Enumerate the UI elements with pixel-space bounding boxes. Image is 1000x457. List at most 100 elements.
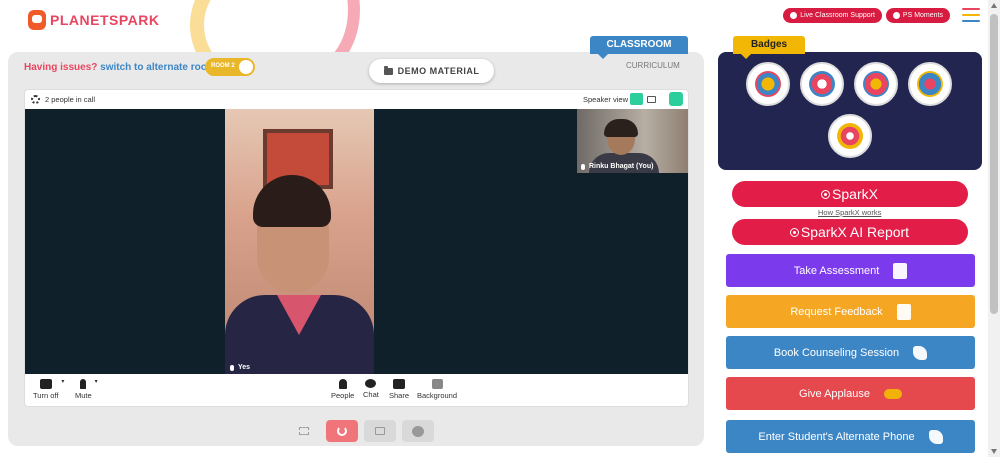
- scrollbar-thumb[interactable]: [990, 14, 998, 314]
- phone-icon: [928, 429, 943, 444]
- video-stage: Yes Rinku Bhagat (You): [25, 109, 688, 374]
- mic-toggle-button[interactable]: ▾ Mute: [75, 379, 98, 400]
- give-applause-label: Give Applause: [799, 387, 870, 400]
- people-label: People: [331, 391, 355, 400]
- teacher-name-tag: Rinku Bhagat (You): [581, 163, 653, 170]
- document-icon: [896, 303, 911, 320]
- hamburger-menu-icon[interactable]: [962, 8, 980, 26]
- chat-label: Chat: [363, 390, 379, 399]
- people-count: 2 people in call: [45, 95, 96, 104]
- planetspark-logo[interactable]: PLANETSPARK: [28, 10, 159, 30]
- folder-icon: [383, 65, 393, 75]
- student-video-tile[interactable]: Yes: [225, 109, 374, 374]
- screen-button[interactable]: [364, 420, 396, 442]
- gear-icon[interactable]: [31, 95, 40, 104]
- tab-badges[interactable]: Badges: [733, 36, 805, 59]
- bottom-toolbar: [288, 420, 434, 442]
- toggle-knob: [239, 60, 253, 74]
- palette-icon: [412, 425, 424, 437]
- chevron-down-icon[interactable]: ▾: [61, 378, 64, 385]
- book-counseling-label: Book Counseling Session: [773, 346, 900, 359]
- popout-icon[interactable]: [669, 92, 683, 106]
- clapping-hands-icon: [883, 388, 902, 399]
- phone-icon: [913, 345, 928, 360]
- clipboard-icon: [893, 262, 908, 279]
- video-call-window: 2 people in call Speaker view Yes Rinku …: [24, 89, 689, 407]
- sparkx-icon: [789, 227, 799, 237]
- ps-moments-button[interactable]: PS Moments: [885, 8, 950, 23]
- student-name-tag: Yes: [230, 364, 250, 371]
- teacher-name: Rinku Bhagat (You): [589, 163, 654, 170]
- robot-badge-icon[interactable]: [828, 114, 872, 158]
- background-icon: [431, 379, 443, 389]
- camera-toggle-button[interactable]: ▾ Turn off: [33, 379, 64, 400]
- request-feedback-label: Request Feedback: [790, 305, 883, 318]
- planetspark-logo-icon: [28, 10, 46, 30]
- monitor-icon: [375, 427, 385, 435]
- give-applause-button[interactable]: Give Applause: [726, 377, 975, 410]
- speaker-view-label: Speaker view: [582, 95, 628, 104]
- sparkx-label: SparkX: [832, 186, 878, 202]
- chat-icon: [365, 379, 377, 388]
- tab-curriculum[interactable]: CURRICULUM: [626, 61, 680, 70]
- background-button[interactable]: Background: [417, 379, 457, 400]
- mic-icon: [581, 163, 585, 170]
- switch-room-link[interactable]: switch to alternate room: [100, 62, 216, 73]
- teacher-video-tile[interactable]: Rinku Bhagat (You): [577, 109, 688, 173]
- ps-moments-label: PS Moments: [902, 12, 943, 19]
- chevron-down-icon[interactable]: ▾: [95, 378, 98, 385]
- live-classroom-support-button[interactable]: Live Classroom Support: [783, 8, 882, 23]
- support-icon: [790, 12, 798, 19]
- fullscreen-button[interactable]: [288, 420, 320, 442]
- call-controls: ▾ Turn off ▾ Mute People Chat Share Back…: [25, 374, 688, 406]
- teacher-hair: [604, 119, 638, 137]
- end-class-button[interactable]: [326, 420, 358, 442]
- room-toggle[interactable]: ROOM 2: [205, 58, 255, 76]
- page-scrollbar[interactable]: [988, 0, 1000, 457]
- alternate-phone-label: Enter Student's Alternate Phone: [758, 430, 915, 443]
- mic-label: Mute: [75, 391, 92, 400]
- microphone-icon: [80, 379, 87, 389]
- fullscreen-icon: [299, 427, 309, 435]
- tab-classroom[interactable]: CLASSROOM: [590, 36, 688, 59]
- live-support-label: Live Classroom Support: [800, 12, 875, 19]
- share-label: Share: [389, 391, 410, 400]
- badges-panel: [718, 52, 982, 170]
- issues-text: Having issues? switch to alternate room: [24, 62, 216, 73]
- sparkx-report-label: SparkX AI Report: [800, 224, 910, 240]
- how-sparkx-works-link[interactable]: How SparkX works: [818, 208, 881, 217]
- room-toggle-label: ROOM 2: [211, 63, 235, 69]
- sparkx-ai-report-button[interactable]: SparkX AI Report: [732, 219, 968, 245]
- grid-view-icon[interactable]: [647, 96, 656, 103]
- book-counseling-button[interactable]: Book Counseling Session: [726, 336, 975, 369]
- palette-button[interactable]: [402, 420, 434, 442]
- people-icon: [338, 379, 347, 389]
- scroll-up-icon[interactable]: [991, 3, 997, 8]
- take-assessment-label: Take Assessment: [793, 264, 880, 277]
- star-girl-badge-icon[interactable]: [854, 62, 898, 106]
- request-feedback-button[interactable]: Request Feedback: [726, 295, 975, 328]
- power-icon: [337, 426, 347, 436]
- alternate-phone-button[interactable]: Enter Student's Alternate Phone: [726, 420, 975, 453]
- ps-moments-icon: [892, 12, 900, 19]
- demo-material-button[interactable]: DEMO MATERIAL: [369, 59, 494, 83]
- trophy-badge-icon[interactable]: [746, 62, 790, 106]
- scroll-down-icon[interactable]: [991, 449, 997, 454]
- issues-question: Having issues?: [24, 62, 98, 73]
- superhero-badge-icon[interactable]: [800, 62, 844, 106]
- speaker-view-button[interactable]: [630, 93, 643, 105]
- rocket-badge-icon[interactable]: [908, 62, 952, 106]
- student-name: Yes: [238, 364, 251, 371]
- chat-button[interactable]: Chat: [363, 379, 379, 399]
- share-button[interactable]: Share: [389, 379, 409, 400]
- background-label: Background: [417, 391, 458, 400]
- take-assessment-button[interactable]: Take Assessment: [726, 254, 975, 287]
- share-screen-icon: [393, 379, 405, 389]
- demo-material-label: DEMO MATERIAL: [397, 66, 480, 76]
- camera-label: Turn off: [33, 391, 59, 400]
- people-button[interactable]: People: [331, 379, 354, 400]
- camera-icon: [39, 379, 52, 389]
- call-header: 2 people in call Speaker view: [25, 90, 688, 109]
- sparkx-button[interactable]: SparkX: [732, 181, 968, 207]
- mic-icon: [230, 364, 234, 371]
